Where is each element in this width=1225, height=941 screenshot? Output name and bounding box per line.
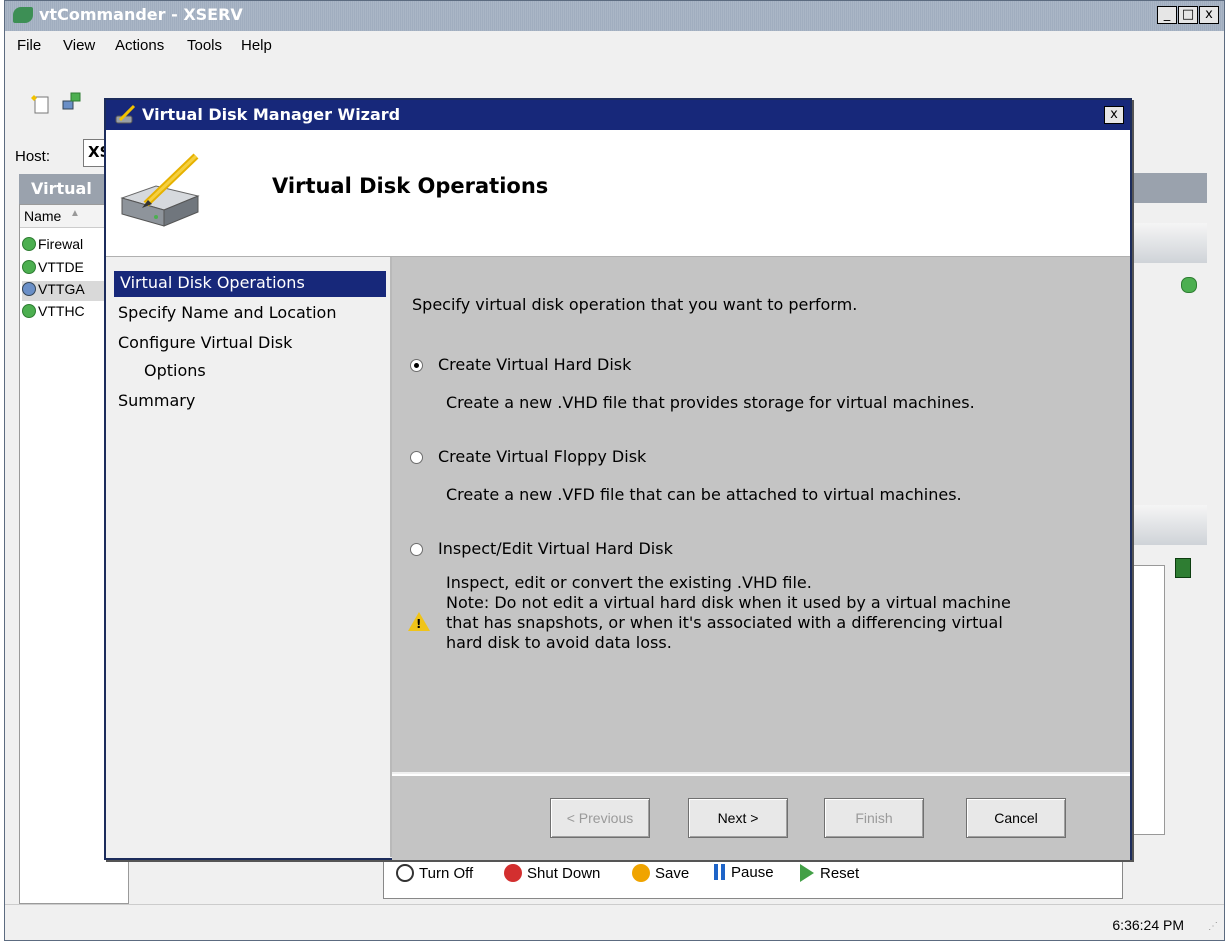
connect-icon[interactable] <box>61 91 83 113</box>
next-button[interactable]: Next > <box>688 798 788 838</box>
details-section-header <box>1131 505 1207 545</box>
menu-help[interactable]: Help <box>241 37 272 54</box>
app-logo-icon <box>13 7 33 23</box>
sort-arrow-icon: ▲ <box>70 208 80 219</box>
note-line: Note: Do not edit a virtual hard disk wh… <box>446 593 1011 612</box>
pause-label: Pause <box>731 864 774 881</box>
wizard-icon <box>115 104 136 124</box>
dialog-header: Virtual Disk Operations <box>106 130 1130 257</box>
vm-running-icon <box>22 304 36 318</box>
reset-icon <box>800 864 814 882</box>
details-box <box>1131 565 1165 835</box>
menu-bar: File View Actions Tools Help <box>5 31 1224 59</box>
pause-icon <box>714 864 718 880</box>
step-configure-virtual-disk[interactable]: Configure Virtual Disk <box>118 333 292 352</box>
shut-down-button[interactable]: Shut Down <box>504 864 600 882</box>
vm-running-icon <box>22 260 36 274</box>
turn-off-icon <box>396 864 414 882</box>
option-inspect-vhd-label[interactable]: Inspect/Edit Virtual Hard Disk <box>438 539 673 558</box>
vm-selected-icon <box>22 282 36 296</box>
save-button[interactable]: Save <box>632 864 689 882</box>
resize-grip-icon[interactable]: ⋰ <box>1208 921 1218 932</box>
menu-view[interactable]: View <box>63 37 95 54</box>
option-create-vhd-desc: Create a new .VHD file that provides sto… <box>446 393 975 412</box>
wizard-content: Specify virtual disk operation that you … <box>392 257 1130 772</box>
finish-button[interactable]: Finish <box>824 798 924 838</box>
vm-running-icon <box>22 237 36 251</box>
wizard-dialog: Virtual Disk Manager Wizard x Virtual Di… <box>104 98 1132 860</box>
vm-panel-title: Virtual <box>31 179 92 198</box>
save-icon <box>632 864 650 882</box>
dialog-title: Virtual Disk Manager Wizard <box>142 105 401 124</box>
menu-file[interactable]: File <box>17 37 41 54</box>
virtual-disk-icon <box>120 153 200 227</box>
step-virtual-disk-operations[interactable]: Virtual Disk Operations <box>114 271 386 297</box>
step-summary[interactable]: Summary <box>118 391 195 410</box>
radio-create-vhd[interactable] <box>410 359 423 372</box>
note-line: hard disk to avoid data loss. <box>446 633 672 652</box>
host-label: Host: <box>15 148 51 165</box>
option-inspect-vhd-desc: Inspect, edit or convert the existing .V… <box>446 573 812 592</box>
dialog-close-button[interactable]: x <box>1104 106 1124 124</box>
dialog-header-title: Virtual Disk Operations <box>272 174 549 198</box>
reset-label: Reset <box>820 865 860 882</box>
vm-name: VTTHC <box>38 303 85 319</box>
vm-name: VTTDE <box>38 259 84 275</box>
main-title-bar[interactable]: vtCommander - XSERV _ □ x <box>5 1 1224 31</box>
details-header <box>1131 173 1207 203</box>
cancel-button[interactable]: Cancel <box>966 798 1066 838</box>
details-panel <box>1131 137 1225 907</box>
option-create-vhd-label[interactable]: Create Virtual Hard Disk <box>438 355 631 374</box>
step-options[interactable]: Options <box>144 361 206 380</box>
option-create-vfd-label[interactable]: Create Virtual Floppy Disk <box>438 447 646 466</box>
vm-status-icon <box>1181 277 1197 293</box>
minimize-button[interactable]: _ <box>1157 6 1177 24</box>
reset-button[interactable]: Reset <box>800 864 859 882</box>
step-specify-name-location[interactable]: Specify Name and Location <box>118 303 336 322</box>
dialog-title-bar[interactable]: Virtual Disk Manager Wizard x <box>106 100 1130 130</box>
column-name-label: Name <box>24 208 62 224</box>
note-line: that has snapshots, or when it's associa… <box>446 613 1003 632</box>
maximize-button[interactable]: □ <box>1178 6 1198 24</box>
shut-down-icon <box>504 864 522 882</box>
details-section-header <box>1131 223 1207 263</box>
warning-mark: ! <box>416 617 422 631</box>
status-clock: 6:36:24 PM <box>1112 917 1184 933</box>
memory-chip-icon <box>1175 558 1191 578</box>
pause-button[interactable]: Pause <box>714 864 774 881</box>
turn-off-button[interactable]: Turn Off <box>396 864 473 882</box>
vm-name: VTTGA <box>38 281 85 297</box>
wizard-button-bar: < Previous Next > Finish Cancel <box>392 774 1130 860</box>
wizard-steps: Virtual Disk Operations Specify Name and… <box>106 257 392 857</box>
status-bar: 6:36:24 PM ⋰ <box>5 904 1224 941</box>
menu-actions[interactable]: Actions <box>115 37 164 54</box>
app-title: vtCommander - XSERV <box>39 5 243 24</box>
menu-tools[interactable]: Tools <box>187 37 222 54</box>
shut-down-label: Shut Down <box>527 865 601 882</box>
turn-off-label: Turn Off <box>419 865 474 882</box>
vm-name: Firewal <box>38 236 84 252</box>
instruction-text: Specify virtual disk operation that you … <box>412 295 858 314</box>
pause-icon <box>721 864 725 880</box>
radio-create-vfd[interactable] <box>410 451 423 464</box>
new-icon[interactable] <box>31 93 53 115</box>
close-button[interactable]: x <box>1199 6 1219 24</box>
radio-inspect-vhd[interactable] <box>410 543 423 556</box>
option-create-vfd-desc: Create a new .VFD file that can be attac… <box>446 485 962 504</box>
previous-button[interactable]: < Previous <box>550 798 650 838</box>
save-label: Save <box>655 865 690 882</box>
